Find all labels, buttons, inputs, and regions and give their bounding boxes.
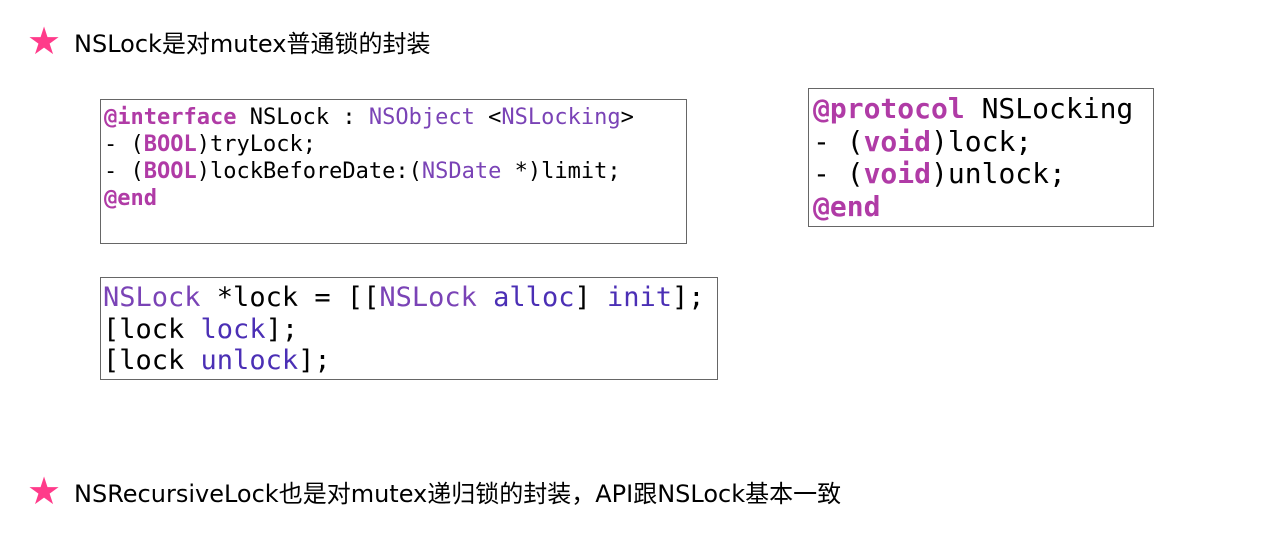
code-token: init	[606, 282, 672, 313]
code-token: - (	[104, 132, 144, 157]
code-line: - (BOOL)lockBeforeDate:(NSDate *)limit;	[104, 158, 683, 185]
code-token: - (	[813, 157, 864, 190]
code-block-protocol: @protocol NSLocking - (void)lock; - (void)…	[808, 88, 1154, 227]
code-token: NSLocking	[964, 92, 1134, 125]
star-icon: ★	[26, 19, 62, 63]
bullet-text: NSLock是对mutex普通锁的封装	[74, 29, 431, 58]
code-token: void	[863, 157, 932, 190]
code-line: @end	[104, 185, 683, 212]
bullet-text: NSRecursiveLock也是对mutex递归锁的封装，API跟NSLock…	[74, 479, 842, 508]
code-token: )tryLock;	[196, 132, 316, 157]
code-token: ];	[265, 313, 299, 345]
code-token: alloc	[493, 282, 575, 313]
code-line: [lock lock];	[103, 314, 715, 346]
code-token: BOOL	[143, 159, 197, 184]
code-token: <	[474, 105, 502, 130]
code-line: @interface NSLock : NSObject <NSLocking>	[104, 104, 683, 131]
code-line: @protocol NSLocking	[813, 92, 1149, 126]
code-token: NSObject	[368, 105, 475, 130]
code-token: lock	[200, 313, 266, 345]
bullet-nsrecursivelock: ★ NSRecursiveLock也是对mutex递归锁的封装，API跟NSLo…	[26, 472, 841, 510]
code-token: - (	[813, 124, 864, 158]
code-token: @protocol	[813, 92, 965, 125]
star-icon: ★	[26, 469, 62, 513]
code-token: >	[620, 105, 634, 130]
code-token: NSLock	[103, 282, 201, 313]
code-token: [lock	[103, 313, 201, 345]
code-token: @end	[813, 189, 881, 223]
code-token: @interface	[104, 105, 237, 130]
code-token: NSLocking	[501, 105, 621, 130]
code-token: void	[863, 124, 932, 158]
code-token: BOOL	[143, 132, 197, 157]
code-token: unlock	[200, 345, 299, 376]
code-token: ]	[574, 282, 607, 313]
code-token: *)limit;	[501, 159, 621, 184]
code-token: [lock	[103, 345, 201, 376]
bullet-nslock: ★ NSLock是对mutex普通锁的封装	[26, 19, 431, 63]
code-token: NSDate	[421, 159, 502, 184]
code-line: NSLock *lock = [[NSLock alloc] init];	[103, 282, 715, 314]
code-block-interface: @interface NSLock : NSObject <NSLocking>…	[100, 99, 687, 244]
code-token: )lock;	[931, 124, 1033, 158]
code-token: ];	[298, 345, 331, 376]
code-token: NSLock :	[236, 105, 369, 130]
code-token: *lock = [[	[200, 282, 380, 313]
code-token: @end	[104, 186, 157, 211]
code-line: @end	[813, 189, 1149, 224]
code-line: - (void)unlock;	[813, 157, 1149, 191]
code-line: - (BOOL)tryLock;	[104, 131, 683, 158]
code-token: ];	[672, 282, 705, 313]
code-block-usage: NSLock *lock = [[NSLock alloc] init]; [lo…	[100, 277, 718, 380]
code-line: [lock unlock];	[103, 345, 715, 377]
code-line: - (void)lock;	[813, 124, 1149, 159]
code-token: - (	[104, 159, 144, 184]
code-token: NSLock	[379, 282, 477, 313]
code-token: )unlock;	[931, 157, 1066, 190]
code-token: )lockBeforeDate:(	[196, 159, 422, 184]
